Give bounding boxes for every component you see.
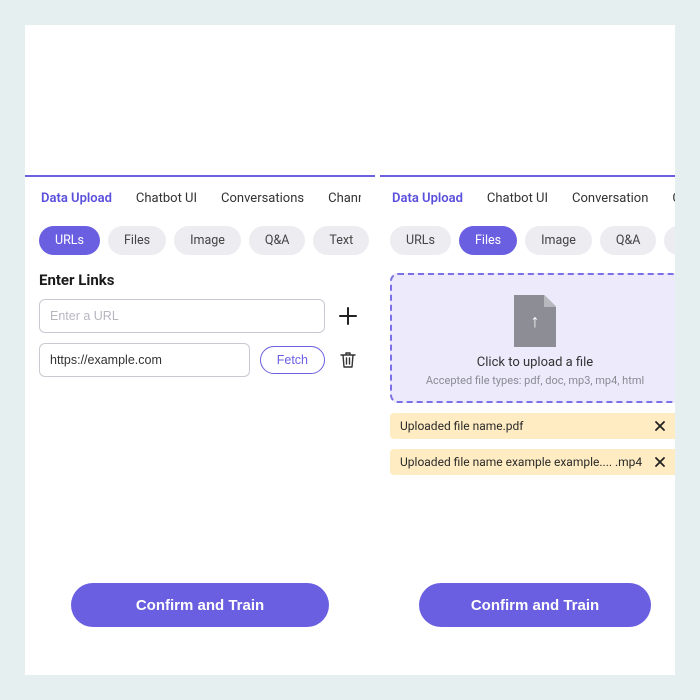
uploaded-file-row: Uploaded file name example example.... .…	[390, 449, 675, 475]
tab-chatbot-ui[interactable]: Chatbot UI	[136, 191, 197, 206]
url-row-filled: Fetch	[39, 343, 361, 377]
chips-left: URLs Files Image Q&A Text	[39, 216, 361, 269]
tab-conversations[interactable]: Conversations	[221, 191, 304, 206]
chip-qa[interactable]: Q&A	[249, 226, 306, 255]
trash-icon	[339, 350, 357, 370]
close-icon	[654, 420, 666, 432]
panel-urls: Data Upload Chatbot UI Conversations Cha…	[25, 175, 375, 645]
chips-right: URLs Files Image Q&A Text	[390, 216, 675, 269]
panel-files: Data Upload Chatbot UI Conversation Chan…	[380, 175, 675, 645]
remove-file-button[interactable]	[650, 420, 670, 432]
url-input-filled[interactable]	[39, 343, 250, 377]
chip-urls[interactable]: URLs	[39, 226, 100, 255]
chip-files[interactable]: Files	[108, 226, 166, 255]
chip-text[interactable]: Text	[664, 226, 675, 255]
confirm-train-button[interactable]: Confirm and Train	[71, 583, 329, 627]
tab-data-upload[interactable]: Data Upload	[41, 191, 112, 206]
fetch-button[interactable]: Fetch	[260, 346, 325, 374]
uploaded-file-row: Uploaded file name.pdf	[390, 413, 675, 439]
chip-image[interactable]: Image	[174, 226, 241, 255]
app-frame: Data Upload Chatbot UI Conversations Cha…	[25, 25, 675, 675]
tab-data-upload[interactable]: Data Upload	[392, 191, 463, 206]
enter-links-title: Enter Links	[39, 271, 361, 289]
url-input-empty[interactable]	[39, 299, 325, 333]
chip-image[interactable]: Image	[525, 226, 592, 255]
tab-channels[interactable]: Channels	[328, 191, 361, 206]
remove-file-button[interactable]	[650, 456, 670, 468]
delete-url-button[interactable]	[335, 347, 361, 373]
dropzone-title: Click to upload a file	[402, 355, 668, 370]
tab-channels[interactable]: Channels	[672, 191, 675, 206]
chip-qa[interactable]: Q&A	[600, 226, 657, 255]
file-upload-icon: ↑	[514, 295, 556, 347]
plus-icon	[338, 306, 358, 326]
url-row-empty	[39, 299, 361, 333]
tab-conversation[interactable]: Conversation	[572, 191, 648, 206]
close-icon	[654, 456, 666, 468]
chip-urls[interactable]: URLs	[390, 226, 451, 255]
confirm-train-button[interactable]: Confirm and Train	[419, 583, 651, 627]
uploaded-file-name: Uploaded file name.pdf	[400, 419, 523, 433]
chip-files[interactable]: Files	[459, 226, 517, 255]
tabs-right: Data Upload Chatbot UI Conversation Chan…	[390, 177, 675, 216]
file-dropzone[interactable]: ↑ Click to upload a file Accepted file t…	[390, 273, 675, 403]
tabs-left: Data Upload Chatbot UI Conversations Cha…	[39, 177, 361, 216]
tab-chatbot-ui[interactable]: Chatbot UI	[487, 191, 548, 206]
chip-text[interactable]: Text	[313, 226, 369, 255]
add-url-button[interactable]	[335, 303, 361, 329]
dropzone-subtitle: Accepted file types: pdf, doc, mp3, mp4,…	[402, 374, 668, 387]
uploaded-file-name: Uploaded file name example example.... .…	[400, 455, 642, 469]
